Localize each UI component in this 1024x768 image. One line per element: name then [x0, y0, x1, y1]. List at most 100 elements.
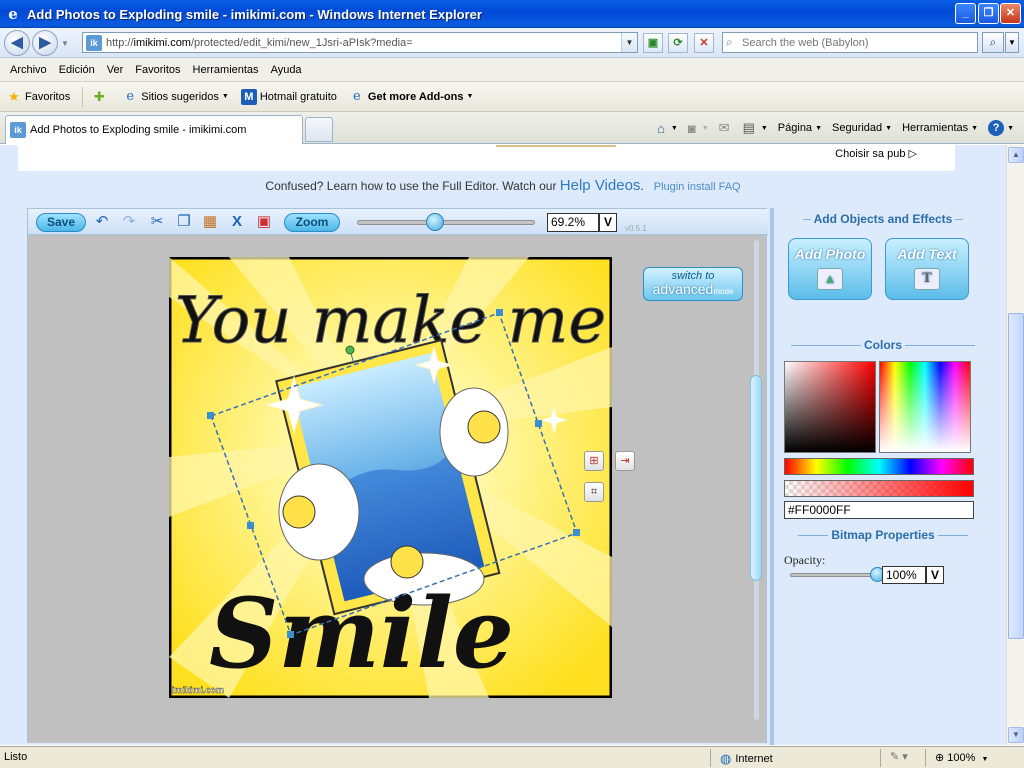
- editor-vertical-scrollbar[interactable]: [750, 240, 762, 720]
- alpha-slider[interactable]: [784, 480, 974, 497]
- resize-handle[interactable]: [573, 529, 580, 536]
- canvas-watermark: imikimi.com: [172, 685, 224, 695]
- delete-icon[interactable]: X: [227, 212, 247, 232]
- compatibility-view-button[interactable]: ▣: [643, 33, 663, 53]
- switch-advanced-button[interactable]: switch to advancedmode: [643, 267, 743, 301]
- add-photo-button[interactable]: Add Photo ▲: [788, 238, 872, 300]
- undo-icon[interactable]: ↶: [92, 212, 112, 232]
- fav-hotmail[interactable]: M Hotmail gratuito: [240, 88, 337, 105]
- fav-sitios-sugeridos[interactable]: e Sitios sugeridos ▼: [122, 89, 228, 105]
- new-tab-button[interactable]: [305, 117, 333, 142]
- maximize-button[interactable]: ❐: [978, 3, 999, 24]
- zoom-button[interactable]: Zoom: [284, 213, 340, 232]
- plugin-faq-link[interactable]: Plugin install FAQ: [654, 181, 741, 193]
- menu-archivo[interactable]: Archivo: [4, 64, 53, 76]
- menu-herramientas[interactable]: Herramientas: [187, 64, 265, 76]
- status-bar: Listo ◍ Internet ✎ ▾ ⊕ 100% ▼: [0, 746, 1024, 768]
- cut-icon[interactable]: ✂: [147, 212, 167, 232]
- clear-selection-icon[interactable]: ▣: [254, 212, 274, 232]
- page-zoom[interactable]: ⊕ 100% ▼: [935, 751, 988, 764]
- zoom-value-field[interactable]: 69.2%: [547, 213, 599, 232]
- tab-active[interactable]: ik Add Photos to Exploding smile - imiki…: [5, 115, 303, 144]
- close-window-button[interactable]: ✕: [1000, 3, 1021, 24]
- hue-slider[interactable]: [784, 458, 974, 475]
- web-search-box[interactable]: ⌕: [722, 32, 978, 53]
- page-menu[interactable]: Página ▼: [778, 122, 822, 134]
- dropdown-arrow-icon: ▼: [1007, 124, 1014, 132]
- bring-forward-icon[interactable]: ⊞: [584, 451, 604, 471]
- opacity-label: Opacity:: [784, 553, 826, 567]
- rotate-handle[interactable]: [345, 345, 355, 355]
- tools-menu-label: Herramientas: [902, 122, 969, 134]
- copy-icon[interactable]: ❐: [174, 212, 194, 232]
- resize-handle[interactable]: [207, 412, 214, 419]
- menu-ver[interactable]: Ver: [101, 64, 130, 76]
- help-videos-link[interactable]: Help Videos: [560, 177, 641, 194]
- bitmap-heading: Bitmap Properties: [774, 528, 992, 542]
- choose-ad-label: Choisir sa pub: [835, 148, 906, 160]
- zoom-dropdown-button[interactable]: V: [599, 213, 617, 232]
- address-dropdown-icon[interactable]: ▼: [621, 33, 637, 52]
- minimize-button[interactable]: _: [955, 3, 976, 24]
- resize-handle[interactable]: [287, 631, 294, 638]
- security-menu-label: Seguridad: [832, 122, 883, 134]
- send-to-object-icon[interactable]: ⇥: [615, 451, 635, 471]
- feeds-button[interactable]: ◙ ▼: [688, 121, 709, 136]
- refresh-icon: ⟳: [673, 37, 683, 49]
- editor-vscroll-thumb[interactable]: [750, 375, 762, 581]
- help-menu[interactable]: ? ▼: [988, 120, 1014, 136]
- scroll-up-icon[interactable]: ▲: [1008, 147, 1024, 163]
- search-go-button[interactable]: ⌕: [982, 32, 1004, 53]
- search-options-dropdown[interactable]: ▼: [1005, 32, 1019, 53]
- fav-get-addons[interactable]: e Get more Add-ons ▼: [349, 89, 473, 105]
- security-menu[interactable]: Seguridad ▼: [832, 122, 892, 134]
- window-title: Add Photos to Exploding smile - imikimi.…: [27, 6, 482, 22]
- zoom-slider-track[interactable]: [357, 220, 535, 225]
- security-zone[interactable]: ◍ Internet: [720, 751, 773, 767]
- forward-button[interactable]: ▶: [32, 30, 58, 56]
- crop-icon[interactable]: ⌗: [584, 482, 604, 502]
- choose-ad-link[interactable]: Choisir sa pub ▷: [835, 147, 917, 160]
- recent-pages-chevron-icon[interactable]: ▼: [61, 39, 69, 48]
- tools-menu[interactable]: Herramientas ▼: [902, 122, 978, 134]
- resize-handle[interactable]: [535, 420, 542, 427]
- redo-icon[interactable]: ↷: [119, 212, 139, 232]
- url-domain: imikimi.com: [133, 36, 191, 49]
- menu-ayuda[interactable]: Ayuda: [265, 64, 308, 76]
- zoom-slider-handle[interactable]: [426, 213, 445, 231]
- saturation-picker[interactable]: [784, 361, 876, 453]
- opacity-value-field[interactable]: 100%: [882, 566, 926, 584]
- page-content: Choisir sa pub ▷ Confused? Learn how to …: [0, 145, 1006, 745]
- window-titlebar: e Add Photos to Exploding smile - imikim…: [0, 0, 1024, 28]
- print-button[interactable]: ▤ ▼: [743, 120, 768, 136]
- scroll-down-icon[interactable]: ▼: [1008, 727, 1024, 743]
- paste-icon[interactable]: ▦: [200, 212, 220, 232]
- add-objects-heading: Add Objects and Effects: [774, 212, 992, 226]
- read-mail-button[interactable]: ✉: [719, 120, 733, 136]
- protected-mode-icon[interactable]: ✎ ▾: [890, 750, 908, 763]
- page-scroll-thumb[interactable]: [1008, 313, 1024, 639]
- opacity-dropdown-button[interactable]: V: [926, 566, 944, 584]
- favorites-button[interactable]: ★ Favoritos: [6, 89, 70, 105]
- add-favorite-button[interactable]: ✚: [91, 89, 110, 105]
- url-path: /protected/edit_kimi/new_1Jsri-aPIsk?med…: [190, 36, 413, 49]
- address-url[interactable]: http://imikimi.com/protected/edit_kimi/n…: [106, 37, 413, 49]
- add-text-button[interactable]: Add Text T: [885, 238, 969, 300]
- kimi-canvas[interactable]: You make me Smile imikimi.com: [169, 257, 612, 698]
- stop-button[interactable]: ✕: [694, 33, 714, 53]
- resize-handle[interactable]: [496, 309, 503, 316]
- address-field[interactable]: ik http://imikimi.com/protected/edit_kim…: [82, 32, 638, 53]
- home-button[interactable]: ⌂ ▼: [657, 121, 678, 136]
- color-spectrum-picker[interactable]: [879, 361, 971, 453]
- back-button[interactable]: ◀: [4, 30, 30, 56]
- page-vertical-scrollbar[interactable]: ▲ ▼: [1006, 145, 1024, 745]
- menu-favoritos[interactable]: Favoritos: [129, 64, 186, 76]
- opacity-slider-track[interactable]: [790, 573, 878, 577]
- save-button[interactable]: Save: [36, 213, 86, 232]
- resize-handle[interactable]: [247, 522, 254, 529]
- search-input[interactable]: [742, 36, 972, 49]
- refresh-button[interactable]: ⟳: [668, 33, 688, 53]
- hex-color-field[interactable]: #FF0000FF: [784, 501, 974, 519]
- menu-edicion[interactable]: Edición: [53, 64, 101, 76]
- page-icon: ▣: [647, 37, 659, 49]
